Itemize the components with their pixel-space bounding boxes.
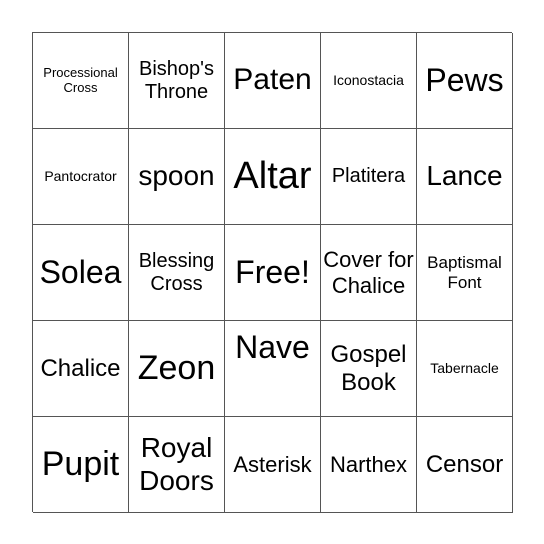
bingo-cell[interactable]: spoon bbox=[129, 129, 225, 225]
bingo-cell[interactable]: Iconostacia bbox=[321, 33, 417, 129]
bingo-cell[interactable]: Altar bbox=[225, 129, 321, 225]
bingo-cell[interactable]: Bishop's Throne bbox=[129, 33, 225, 129]
bingo-cell[interactable]: Platitera bbox=[321, 129, 417, 225]
bingo-cell[interactable]: Narthex bbox=[321, 417, 417, 513]
bingo-cell[interactable]: Tabernacle bbox=[417, 321, 513, 417]
bingo-cell[interactable]: Lance bbox=[417, 129, 513, 225]
bingo-cell[interactable]: Zeon bbox=[129, 321, 225, 417]
bingo-cell[interactable]: Pantocrator bbox=[33, 129, 129, 225]
bingo-cell[interactable]: Pews bbox=[417, 33, 513, 129]
bingo-cell[interactable]: Royal Doors bbox=[129, 417, 225, 513]
bingo-card: Processional Cross Bishop's Throne Paten… bbox=[32, 32, 513, 513]
bingo-cell[interactable]: Asterisk bbox=[225, 417, 321, 513]
bingo-cell[interactable]: Processional Cross bbox=[33, 33, 129, 129]
bingo-cell[interactable]: Cover for Chalice bbox=[321, 225, 417, 321]
bingo-cell[interactable]: Censor bbox=[417, 417, 513, 513]
bingo-cell[interactable]: Blessing Cross bbox=[129, 225, 225, 321]
bingo-cell[interactable]: Solea bbox=[33, 225, 129, 321]
free-space-cell[interactable]: Free! bbox=[225, 225, 321, 321]
bingo-cell[interactable]: Baptismal Font bbox=[417, 225, 513, 321]
bingo-cell[interactable]: Gospel Book bbox=[321, 321, 417, 417]
bingo-cell[interactable]: Nave bbox=[225, 321, 321, 417]
bingo-cell[interactable]: Chalice bbox=[33, 321, 129, 417]
bingo-cell[interactable]: Pupit bbox=[33, 417, 129, 513]
bingo-cell[interactable]: Paten bbox=[225, 33, 321, 129]
